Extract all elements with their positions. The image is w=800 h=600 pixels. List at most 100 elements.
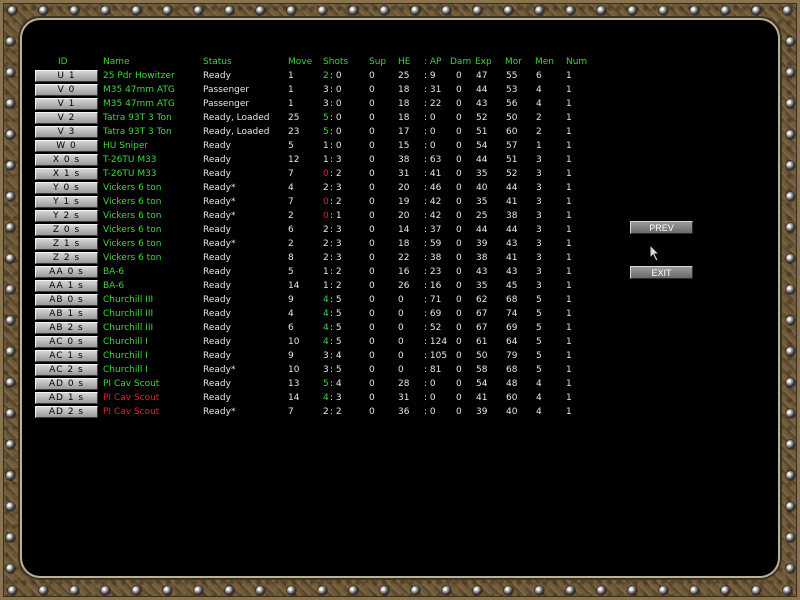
cell-move: 7 [288,197,294,207]
rivet [690,6,699,15]
unit-id-button[interactable]: X 0 s [35,154,98,166]
header-mor: Mor [505,57,522,67]
cell-exp: 39 [476,407,488,417]
unit-id-button[interactable]: AB 2 s [35,322,98,334]
cell-status: Ready [203,267,231,277]
header-ap: : AP [424,57,442,67]
prev-button[interactable]: PREV [630,221,693,234]
unit-id-button[interactable]: V 3 [35,126,98,138]
cell-shots-left: 4 [323,337,329,347]
cell-mor: 52 [506,169,518,179]
rivet [132,586,141,595]
header-men: Men [535,57,555,67]
unit-id-button[interactable]: Z 2 s [35,252,98,264]
cell-exp: 38 [476,253,488,263]
cell-exp: 44 [476,155,488,165]
cell-status: Ready [203,295,231,305]
cell-mor: 69 [506,323,518,333]
cell-dam: 0 [456,407,462,417]
unit-id-button[interactable]: AD 1 s [35,392,98,404]
cell-num: 1 [566,141,572,151]
rivet [786,347,795,356]
unit-id-button[interactable]: AC 0 s [35,336,98,348]
unit-id-button[interactable]: Z 0 s [35,224,98,236]
cell-name: Vickers 6 ton [103,183,162,193]
cell-shots-right: : 2 [330,267,342,277]
cell-he: 25 [398,71,410,81]
cell-exp: 58 [476,365,488,375]
unit-id-button[interactable]: Y 1 s [35,196,98,208]
cell-ap: : 46 [424,183,442,193]
unit-id-button[interactable]: AC 2 s [35,364,98,376]
cell-exp: 35 [476,169,488,179]
cell-exp: 52 [476,113,488,123]
unit-id-button[interactable]: Y 0 s [35,182,98,194]
cell-status: Passenger [203,85,250,95]
cell-shots-left: 1 [323,155,329,165]
unit-id-button[interactable]: V 0 [35,84,98,96]
unit-id-button[interactable]: Y 2 s [35,210,98,222]
cell-ap: : 52 [424,323,442,333]
cell-men: 3 [536,197,542,207]
cell-move: 6 [288,323,294,333]
cell-mor: 44 [506,183,518,193]
cell-ap: : 0 [424,407,436,417]
cell-sup: 0 [369,169,375,179]
cell-sup: 0 [369,225,375,235]
cell-he: 14 [398,225,410,235]
cell-move: 10 [288,365,300,375]
cell-shots-right: : 0 [330,85,342,95]
cell-move: 10 [288,337,300,347]
cell-he: 18 [398,99,410,109]
unit-id-button[interactable]: AA 0 s [35,266,98,278]
unit-id-button[interactable]: V 1 [35,98,98,110]
exit-button[interactable]: EXIT [630,266,693,279]
unit-id-button[interactable]: AC 1 s [35,350,98,362]
rivet [786,223,795,232]
rivet [287,586,296,595]
cell-status: Ready [203,281,231,291]
cell-mor: 68 [506,365,518,375]
rivet [380,6,389,15]
unit-id-button[interactable]: AA 1 s [35,280,98,292]
rivet [786,378,795,387]
rivet [256,6,265,15]
cell-men: 3 [536,169,542,179]
unit-id-button[interactable]: V 2 [35,112,98,124]
rivet [786,130,795,139]
unit-id-button[interactable]: AB 1 s [35,308,98,320]
rivet [39,6,48,15]
cell-num: 1 [566,127,572,137]
rivet [721,6,730,15]
rivet [6,564,15,573]
unit-id-button[interactable]: AD 0 s [35,378,98,390]
cell-he: 26 [398,281,410,291]
rivet [786,37,795,46]
cell-dam: 0 [456,267,462,277]
cell-men: 4 [536,99,542,109]
cell-move: 2 [288,211,294,221]
rivet [225,6,234,15]
cell-name: PI Cav Scout [103,407,160,417]
cell-sup: 0 [369,99,375,109]
cell-shots-right: : 5 [330,365,342,375]
cell-name: HU Sniper [103,141,149,151]
rivet [132,6,141,15]
cell-shots-right: : 3 [330,183,342,193]
cell-name: Vickers 6 ton [103,211,162,221]
cell-dam: 0 [456,71,462,81]
cell-sup: 0 [369,113,375,123]
unit-id-button[interactable]: AD 2 s [35,406,98,418]
unit-id-button[interactable]: X 1 s [35,168,98,180]
unit-id-button[interactable]: Z 1 s [35,238,98,250]
unit-id-button[interactable]: AB 0 s [35,294,98,306]
unit-id-button[interactable]: W 0 [35,140,98,152]
cell-move: 25 [288,113,300,123]
cell-he: 18 [398,113,410,123]
cell-shots-left: 5 [323,127,329,137]
cell-shots-left: 4 [323,323,329,333]
cell-dam: 0 [456,183,462,193]
cell-exp: 41 [476,393,488,403]
unit-id-button[interactable]: U 1 [35,70,98,82]
cell-shots-left: 4 [323,393,329,403]
